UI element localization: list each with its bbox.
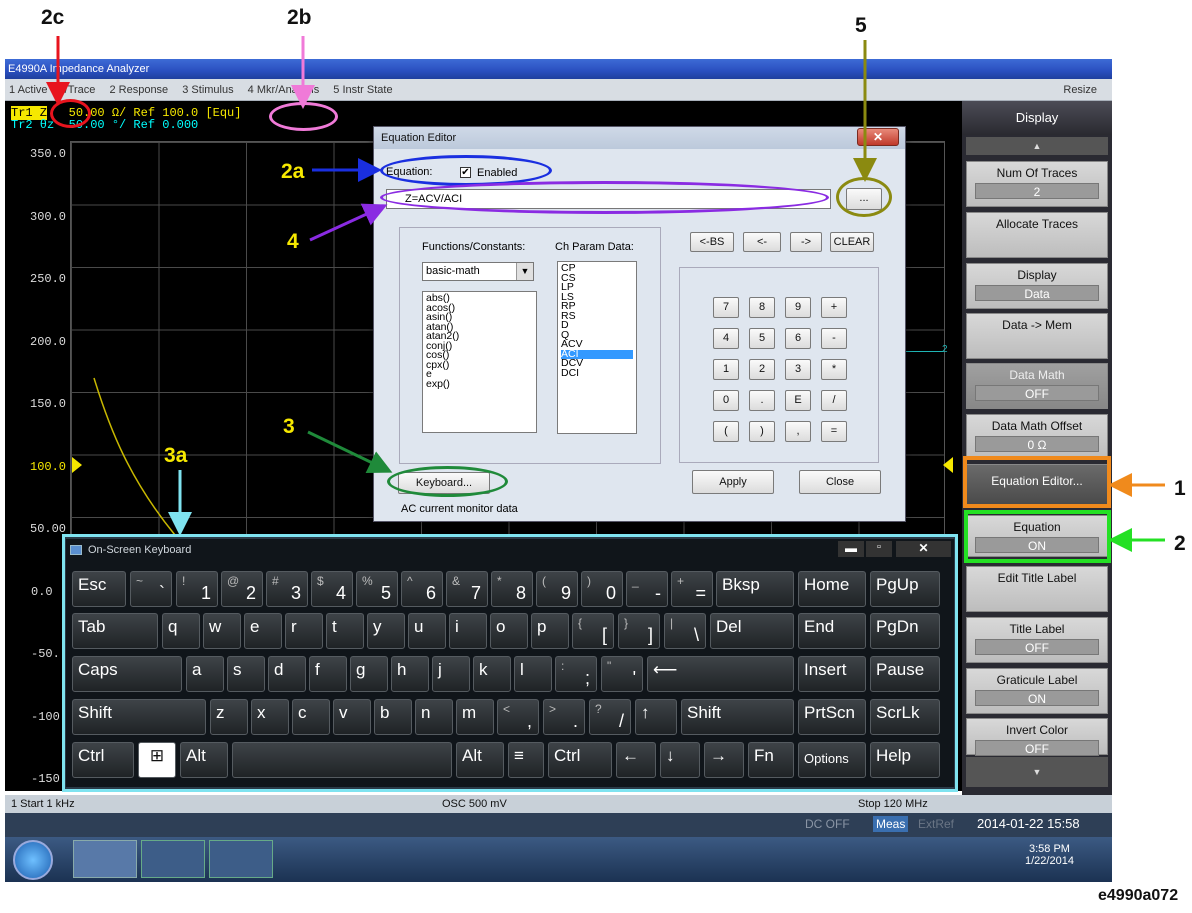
callout-3: 3 [283, 415, 295, 438]
callout-3a: 3a [164, 444, 188, 467]
callout-2a: 2a [281, 160, 305, 183]
callout-4: 4 [287, 230, 299, 253]
